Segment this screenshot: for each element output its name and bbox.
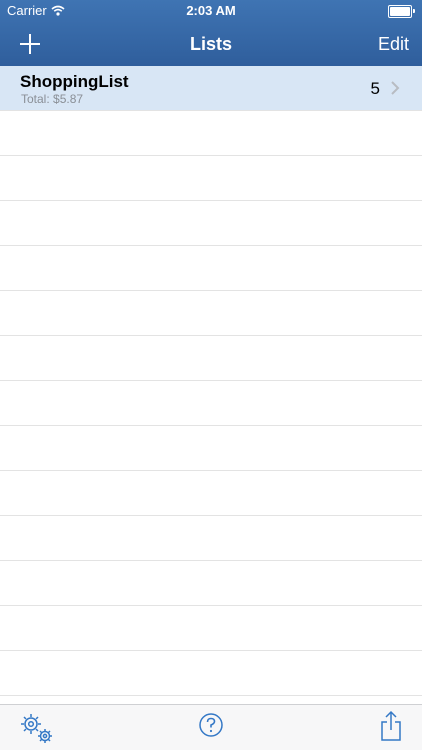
empty-list-row (0, 336, 422, 381)
empty-list-row (0, 111, 422, 156)
add-list-button[interactable] (16, 30, 44, 58)
list-total: Total: $5.87 (21, 92, 84, 106)
empty-list-row (0, 291, 422, 336)
share-button[interactable] (380, 710, 402, 742)
empty-list-row (0, 381, 422, 426)
empty-list-row (0, 516, 422, 561)
navigation-bar: Lists Edit (0, 22, 422, 66)
item-count: 5 (370, 79, 380, 98)
edit-button[interactable]: Edit (378, 34, 409, 55)
list-item-shoppinglist[interactable]: ShoppingList Total: $5.87 5 (0, 66, 422, 111)
plus-icon (20, 34, 40, 54)
share-icon (381, 710, 401, 741)
empty-list-row (0, 471, 422, 516)
help-button[interactable] (198, 712, 224, 738)
help-icon (199, 713, 223, 737)
lists-table: ShoppingList Total: $5.87 5 (0, 66, 422, 704)
battery-icon (388, 5, 415, 18)
settings-button[interactable] (18, 711, 56, 745)
header: Carrier 2:03 AM Lists Edit (0, 0, 422, 66)
list-name: ShoppingList (20, 72, 129, 91)
page-title: Lists (189, 34, 232, 54)
chevron-right-icon (391, 81, 400, 95)
empty-list-row (0, 561, 422, 606)
empty-list-row (0, 651, 422, 696)
empty-list-row (0, 246, 422, 291)
empty-list-row (0, 156, 422, 201)
empty-list-row (0, 201, 422, 246)
bottom-toolbar (0, 704, 422, 750)
status-time: 2:03 AM (186, 3, 236, 18)
status-bar: Carrier 2:03 AM (0, 0, 422, 22)
settings-gears-icon (21, 714, 52, 743)
empty-list-row (0, 426, 422, 471)
empty-list-row (0, 606, 422, 651)
